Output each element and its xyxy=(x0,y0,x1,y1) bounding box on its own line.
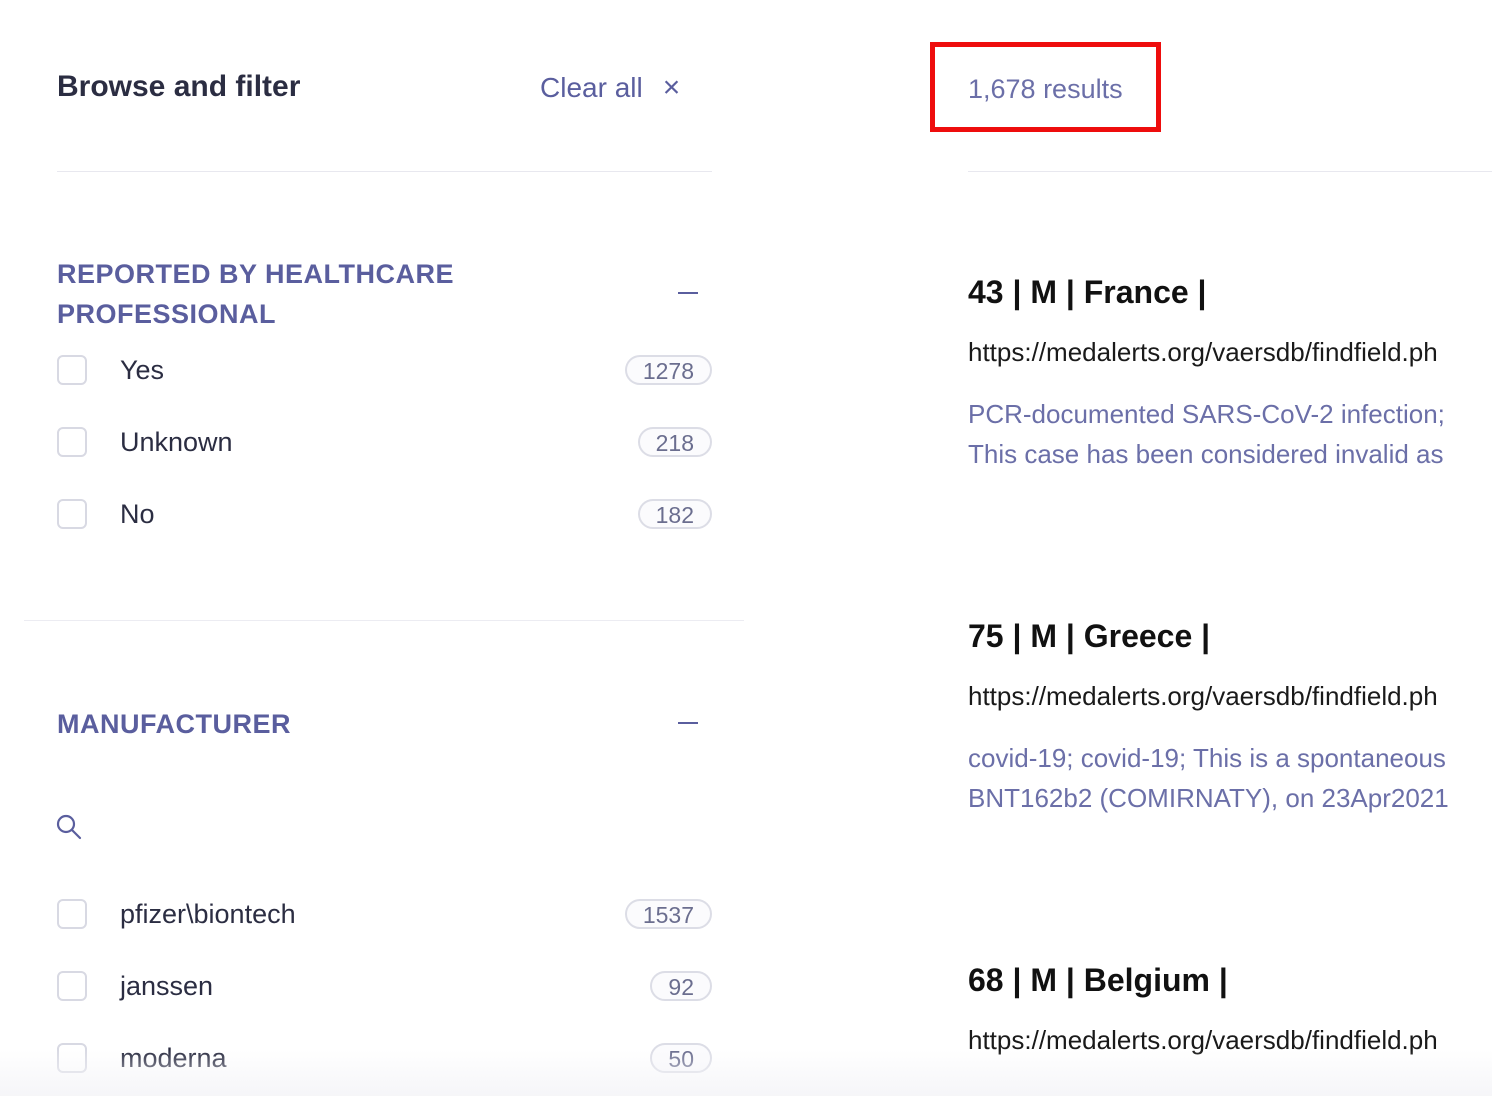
collapse-icon[interactable] xyxy=(678,292,698,294)
divider xyxy=(57,171,712,172)
filter-option-unknown[interactable]: Unknown 218 xyxy=(57,424,712,460)
filter-option-no[interactable]: No 182 xyxy=(57,496,712,532)
facet-title-manufacturer[interactable]: MANUFACTURER xyxy=(57,704,477,744)
option-label: pfizer\biontech xyxy=(120,898,296,929)
sidebar-title: Browse and filter xyxy=(57,70,301,103)
result-title[interactable]: 75 | M | Greece | xyxy=(968,618,1492,655)
page: Browse and filter Clear all × REPORTED B… xyxy=(0,0,1492,1096)
option-label: Unknown xyxy=(120,426,233,457)
checkbox[interactable] xyxy=(57,499,87,529)
snippet-line: BNT162b2 (COMIRNATY), on 23Apr2021 xyxy=(968,783,1449,813)
result-snippet: PCR-documented SARS-CoV-2 infection; Thi… xyxy=(968,394,1492,474)
result-item: 75 | M | Greece | https://medalerts.org/… xyxy=(968,618,1492,818)
option-label: No xyxy=(120,498,155,529)
snippet-line: covid-19; covid-19; This is a spontaneou… xyxy=(968,743,1446,773)
collapse-icon[interactable] xyxy=(678,722,698,724)
checkbox[interactable] xyxy=(57,355,87,385)
clear-all-button[interactable]: Clear all × xyxy=(540,72,680,104)
search-icon[interactable] xyxy=(55,813,83,841)
result-title[interactable]: 68 | M | Belgium | xyxy=(968,962,1492,999)
count-badge: 1278 xyxy=(624,355,712,385)
divider xyxy=(968,171,1492,172)
bottom-fade xyxy=(0,1050,1492,1096)
result-item: 68 | M | Belgium | https://medalerts.org… xyxy=(968,962,1492,1056)
highlight-box xyxy=(930,42,1161,132)
close-icon: × xyxy=(662,71,681,104)
result-title[interactable]: 43 | M | France | xyxy=(968,274,1492,311)
checkbox[interactable] xyxy=(57,427,87,457)
count-badge: 92 xyxy=(650,971,712,1001)
snippet-line: PCR-documented SARS-CoV-2 infection; xyxy=(968,399,1445,429)
checkbox[interactable] xyxy=(57,971,87,1001)
checkbox[interactable] xyxy=(57,899,87,929)
filter-option-janssen[interactable]: janssen 92 xyxy=(57,968,712,1004)
facet-title-line: PROFESSIONAL xyxy=(57,299,277,329)
count-badge: 1537 xyxy=(624,899,712,929)
count-badge: 218 xyxy=(637,427,712,457)
filter-option-pfizer[interactable]: pfizer\biontech 1537 xyxy=(57,896,712,932)
snippet-line: This case has been considered invalid as xyxy=(968,439,1444,469)
result-item: 43 | M | France | https://medalerts.org/… xyxy=(968,274,1492,474)
clear-all-label: Clear all xyxy=(540,72,643,103)
result-url[interactable]: https://medalerts.org/vaersdb/findfield.… xyxy=(968,681,1492,712)
result-snippet: covid-19; covid-19; This is a spontaneou… xyxy=(968,738,1492,818)
facet-title-line: MANUFACTURER xyxy=(57,709,291,739)
filter-option-yes[interactable]: Yes 1278 xyxy=(57,352,712,388)
option-label: Yes xyxy=(120,354,165,385)
option-label: janssen xyxy=(120,970,214,1001)
facet-title-line: REPORTED BY HEALTHCARE xyxy=(57,259,455,289)
divider xyxy=(24,620,744,621)
count-badge: 182 xyxy=(637,499,712,529)
result-url[interactable]: https://medalerts.org/vaersdb/findfield.… xyxy=(968,337,1492,368)
facet-title-healthcare[interactable]: REPORTED BY HEALTHCARE PROFESSIONAL xyxy=(57,254,477,334)
